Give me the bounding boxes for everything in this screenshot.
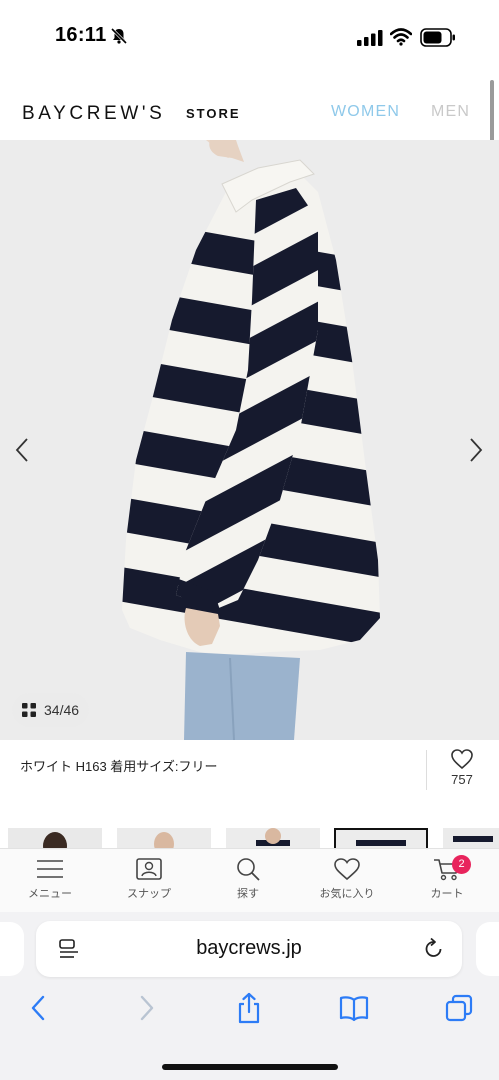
chevron-left-icon[interactable] bbox=[10, 435, 34, 465]
nav-snap-button[interactable]: スナップ bbox=[109, 857, 189, 901]
nav-cart-label: カート bbox=[430, 888, 464, 900]
home-indicator bbox=[162, 1064, 338, 1070]
address-bar[interactable]: baycrews.jp bbox=[36, 921, 462, 977]
share-icon[interactable] bbox=[234, 992, 264, 1024]
adjacent-tab-right[interactable] bbox=[476, 922, 499, 976]
adjacent-tab-left[interactable] bbox=[0, 922, 24, 976]
cellular-signal-icon bbox=[357, 30, 383, 46]
site-header: BAYCREW'S STORE WOMEN MEN bbox=[0, 72, 499, 140]
nav-search-label: 探す bbox=[237, 888, 259, 900]
forward-icon[interactable] bbox=[131, 992, 161, 1024]
back-icon[interactable] bbox=[24, 992, 54, 1024]
image-counter-badge[interactable]: 34/46 bbox=[12, 693, 90, 727]
nav-menu-label: メニュー bbox=[28, 888, 72, 900]
thumbnail-strip[interactable] bbox=[0, 828, 499, 850]
grid-icon bbox=[22, 703, 36, 717]
status-time: 16:11 bbox=[55, 24, 107, 46]
thumbnail[interactable] bbox=[443, 828, 499, 850]
battery-icon bbox=[420, 28, 455, 47]
bottom-app-nav: メニュー スナップ 探す お気に入り 2 カート bbox=[0, 848, 499, 912]
divider bbox=[426, 750, 427, 790]
heart-icon bbox=[334, 858, 360, 881]
favorite-count: 757 bbox=[451, 772, 473, 787]
nav-men-link[interactable]: MEN bbox=[431, 103, 470, 121]
reload-icon[interactable] bbox=[423, 937, 445, 961]
wifi-icon bbox=[390, 28, 412, 46]
product-image-gallery[interactable]: 34/46 bbox=[0, 140, 499, 740]
image-counter: 34/46 bbox=[44, 702, 80, 718]
bookmarks-icon[interactable] bbox=[339, 992, 369, 1024]
chevron-right-icon[interactable] bbox=[464, 435, 488, 465]
nav-favorites-label: お気に入り bbox=[319, 888, 375, 900]
nav-snap-label: スナップ bbox=[127, 888, 171, 900]
nav-favorites-button[interactable]: お気に入り bbox=[307, 857, 387, 901]
browser-chrome: baycrews.jp bbox=[0, 912, 499, 1080]
nav-cart-button[interactable]: 2 カート bbox=[407, 855, 487, 901]
snap-photo-icon bbox=[136, 858, 162, 880]
url-text[interactable]: baycrews.jp bbox=[36, 937, 462, 960]
cart-count-badge: 2 bbox=[452, 855, 471, 874]
heart-icon bbox=[451, 749, 473, 770]
thumbnail[interactable] bbox=[226, 828, 320, 850]
nav-menu-button[interactable]: メニュー bbox=[10, 857, 90, 901]
product-photo[interactable] bbox=[0, 140, 499, 740]
tabs-icon[interactable] bbox=[444, 992, 474, 1024]
nav-search-button[interactable]: 探す bbox=[208, 857, 288, 901]
status-bar: 16:11 bbox=[0, 0, 499, 72]
thumbnail[interactable] bbox=[8, 828, 102, 850]
brand-logo-suffix[interactable]: STORE bbox=[186, 106, 241, 121]
image-caption: ホワイト H163 着用サイズ:フリー bbox=[20, 759, 218, 774]
image-caption-row: ホワイト H163 着用サイズ:フリー 757 bbox=[0, 740, 499, 802]
brand-logo[interactable]: BAYCREW'S bbox=[22, 103, 165, 125]
search-icon bbox=[237, 858, 260, 881]
thumbnail[interactable] bbox=[117, 828, 211, 850]
thumbnail-selected[interactable] bbox=[334, 828, 428, 850]
nav-women-link[interactable]: WOMEN bbox=[331, 103, 400, 121]
hamburger-menu-icon bbox=[37, 860, 63, 878]
favorite-button[interactable]: 757 bbox=[440, 748, 484, 792]
bell-slash-icon bbox=[110, 27, 128, 45]
